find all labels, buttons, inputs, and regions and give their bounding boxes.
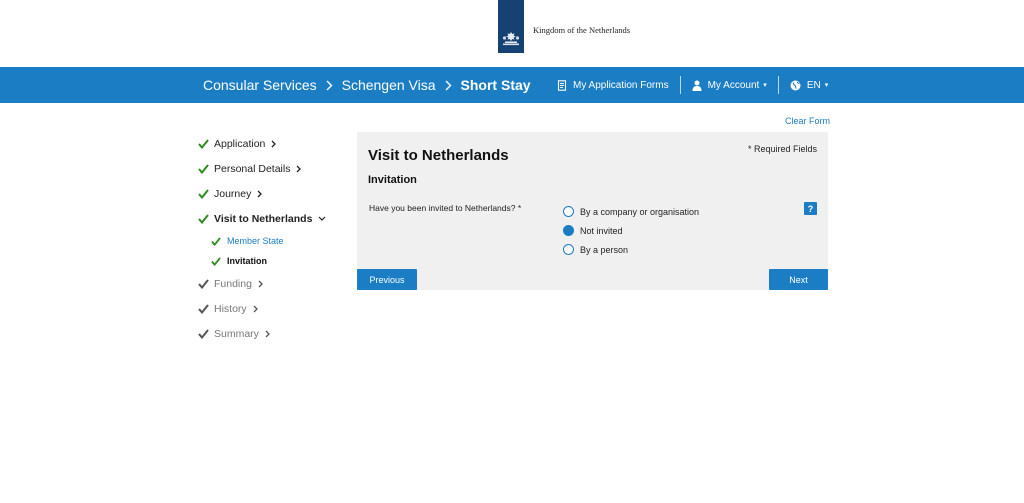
radio-label: Not invited (580, 225, 623, 236)
government-logo[interactable]: Kingdom of the Netherlands (498, 0, 630, 53)
step-personal-details[interactable]: Personal Details (198, 156, 348, 181)
globe-icon (790, 80, 801, 90)
breadcrumb-schengen-visa[interactable]: Schengen Visa (342, 77, 436, 93)
radio-button[interactable] (563, 244, 574, 255)
invitation-radio-group: By a company or organisation Not invited… (563, 202, 699, 259)
breadcrumb-consular-services[interactable]: Consular Services (203, 77, 317, 93)
chevron-right-icon (253, 305, 258, 313)
step-application[interactable]: Application (198, 131, 348, 156)
chevron-right-icon (445, 80, 452, 91)
logo-bar: Kingdom of the Netherlands (0, 0, 1024, 67)
radio-option-person[interactable]: By a person (563, 240, 699, 259)
step-label: Summary (214, 327, 259, 340)
substep-invitation[interactable]: Invitation (198, 251, 348, 271)
chevron-right-icon (257, 190, 263, 198)
caret-down-icon: ▾ (763, 82, 767, 89)
checkmark-icon (198, 163, 209, 174)
checkmark-icon (211, 236, 222, 246)
radio-button[interactable] (563, 206, 574, 217)
top-navbar: Consular Services Schengen Visa Short St… (0, 67, 1024, 103)
radio-option-company[interactable]: By a company or organisation (563, 202, 699, 221)
step-label: Visit to Netherlands (214, 212, 313, 225)
breadcrumb: Consular Services Schengen Visa Short St… (203, 67, 531, 103)
step-summary[interactable]: Summary (198, 321, 348, 346)
radio-label: By a company or organisation (580, 206, 700, 217)
substep-label: Invitation (227, 256, 267, 266)
my-application-forms-link[interactable]: My Application Forms (557, 80, 669, 91)
invitation-question-label: Have you been invited to Netherlands? * (369, 203, 522, 213)
chevron-right-icon (271, 140, 277, 148)
logo-text: Kingdom of the Netherlands (533, 25, 631, 35)
form-panel: * Required Fields Visit to Netherlands I… (357, 132, 828, 290)
step-navigation: Application Personal Details Journey Vis… (198, 131, 348, 346)
step-label: Journey (214, 187, 252, 200)
chevron-right-icon (258, 280, 263, 288)
caret-down-icon: ▾ (824, 82, 829, 89)
previous-button[interactable]: Previous (357, 269, 417, 290)
my-application-forms-label: My Application Forms (573, 79, 669, 91)
substep-label: Member State (227, 236, 284, 246)
language-selector[interactable]: EN ▾ (790, 80, 828, 91)
step-visit-to-netherlands[interactable]: Visit to Netherlands (198, 206, 348, 231)
required-fields-note: * Required Fields (747, 144, 817, 154)
my-account-label: My Account (707, 79, 760, 91)
checkmark-icon (198, 328, 209, 339)
user-nav: My Application Forms My Account ▾ EN ▾ (557, 67, 828, 103)
clear-form-link[interactable]: Clear Form (785, 116, 830, 126)
radio-label: By a person (580, 244, 629, 255)
substep-member-state[interactable]: Member State (198, 231, 348, 251)
chevron-right-icon (296, 165, 302, 173)
chevron-right-icon (265, 330, 270, 338)
radio-option-not-invited[interactable]: Not invited (563, 221, 699, 240)
step-funding[interactable]: Funding (198, 271, 348, 296)
checkmark-icon (198, 213, 209, 224)
next-button[interactable]: Next (769, 269, 828, 290)
nav-divider (777, 76, 779, 94)
nav-divider (679, 76, 681, 94)
step-label: Funding (214, 277, 252, 290)
checkmark-icon (198, 188, 209, 199)
radio-button-selected[interactable] (563, 225, 574, 236)
section-title: Invitation (368, 174, 417, 186)
checkmark-icon (211, 256, 222, 266)
chevron-right-icon (326, 80, 333, 91)
coat-of-arms-icon (498, 0, 524, 53)
step-journey[interactable]: Journey (198, 181, 348, 206)
checkmark-icon (198, 303, 209, 314)
page-title: Visit to Netherlands (368, 147, 509, 164)
chevron-down-icon (318, 216, 326, 221)
step-label: Application (214, 137, 266, 150)
checkmark-icon (198, 138, 209, 149)
step-history[interactable]: History (198, 296, 348, 321)
my-account-menu[interactable]: My Account ▾ (692, 80, 767, 91)
step-label: History (214, 302, 247, 315)
user-icon (692, 80, 702, 91)
breadcrumb-short-stay: Short Stay (460, 77, 531, 93)
language-label: EN (806, 79, 821, 91)
step-label: Personal Details (214, 162, 291, 175)
help-icon[interactable]: ? (804, 202, 817, 215)
checkmark-icon (198, 278, 209, 289)
document-icon (557, 79, 567, 91)
